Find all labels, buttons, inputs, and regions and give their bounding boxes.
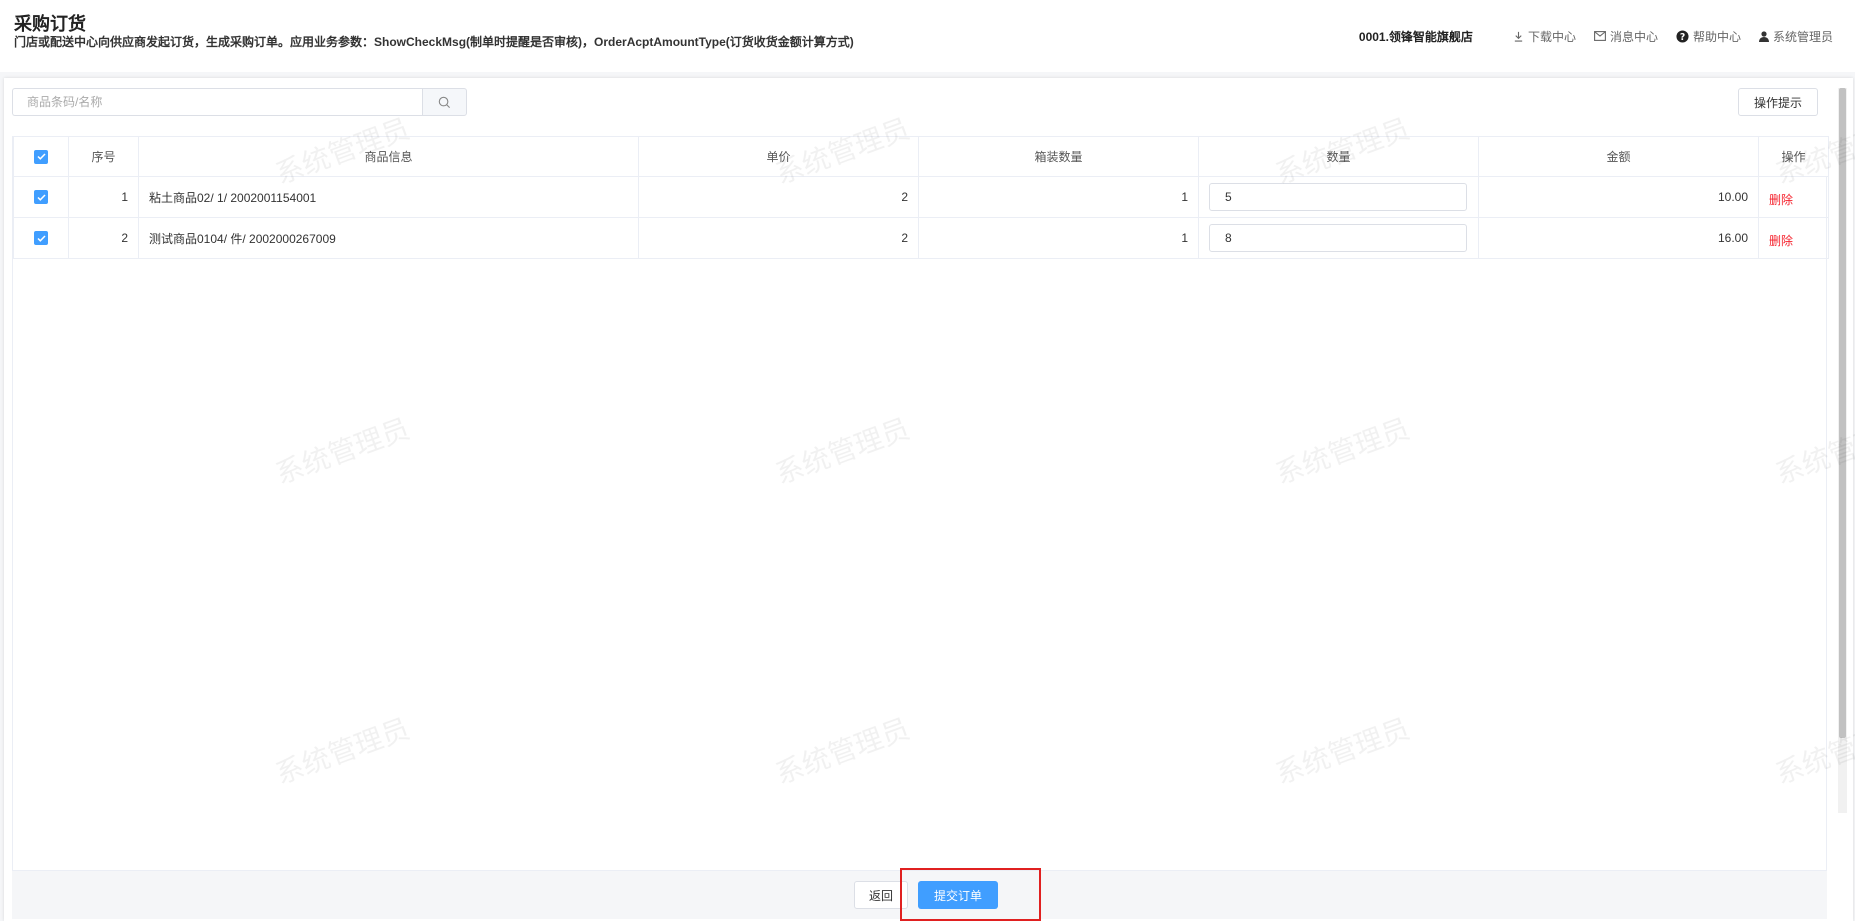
user-icon — [1758, 30, 1769, 42]
row-select-cell — [13, 176, 69, 218]
header-nav: 0001.领锋智能旗舰店 下载中心 消息中心 ? 帮助中心 系统管理员 — [1359, 28, 1833, 44]
store-name[interactable]: 0001.领锋智能旗舰店 — [1359, 28, 1473, 45]
download-icon — [1514, 31, 1523, 42]
row-product: 测试商品0104/ 件/ 2002000267009 — [138, 217, 639, 259]
row-checkbox[interactable] — [34, 190, 48, 205]
vertical-scrollbar[interactable] — [1838, 88, 1847, 813]
page-header: 采购订货 门店或配送中心向供应商发起订货，生成采购订单。应用业务参数：ShowC… — [0, 0, 1855, 72]
row-checkbox[interactable] — [34, 231, 48, 246]
row-seq: 2 — [68, 217, 139, 259]
select-all-cell — [13, 136, 69, 177]
message-center-label: 消息中心 — [1609, 29, 1658, 44]
row-qty-cell — [1198, 217, 1479, 259]
search-input[interactable] — [12, 88, 422, 116]
delete-link[interactable]: 删除 — [1769, 191, 1793, 208]
user-menu[interactable]: 系统管理员 — [1758, 28, 1833, 45]
column-header-amount: 金额 — [1478, 136, 1759, 177]
footer-actions: 返回 提交订单 — [12, 871, 1827, 919]
row-product: 粘土商品02/ 1/ 2002001154001 — [138, 176, 639, 218]
row-price: 2 — [638, 217, 919, 259]
column-header-pack-qty: 箱装数量 — [918, 136, 1199, 177]
download-center-link[interactable]: 下载中心 — [1513, 28, 1576, 45]
back-button[interactable]: 返回 — [854, 881, 908, 909]
operation-tips-button[interactable]: 操作提示 — [1738, 88, 1818, 116]
page-description: 门店或配送中心向供应商发起订货，生成采购订单。应用业务参数：ShowCheckM… — [14, 35, 854, 49]
check-icon — [36, 194, 46, 201]
order-table: 序号 商品信息 单价 箱装数量 数量 金额 操作 1 粘土商品02/ 1/ 20… — [13, 136, 1829, 259]
search-button[interactable] — [422, 88, 467, 116]
table-row: 1 粘土商品02/ 1/ 2002001154001 2 1 10.00 删除 — [13, 176, 1829, 218]
submit-order-button[interactable]: 提交订单 — [918, 881, 998, 909]
row-select-cell — [13, 217, 69, 259]
row-action-cell: 删除 — [1758, 217, 1829, 259]
column-header-qty: 数量 — [1198, 136, 1479, 177]
scrollbar-thumb[interactable] — [1839, 88, 1846, 738]
mail-icon — [1594, 31, 1606, 41]
column-header-seq: 序号 — [68, 136, 139, 177]
search-bar — [12, 88, 467, 116]
column-header-action: 操作 — [1758, 136, 1829, 177]
help-center-label: 帮助中心 — [1692, 29, 1741, 44]
table-row: 2 测试商品0104/ 件/ 2002000267009 2 1 16.00 删… — [13, 217, 1829, 259]
row-seq: 1 — [68, 176, 139, 218]
quantity-input[interactable] — [1209, 183, 1467, 211]
download-center-label: 下载中心 — [1527, 29, 1576, 44]
order-table-container: 序号 商品信息 单价 箱装数量 数量 金额 操作 1 粘土商品02/ 1/ 20… — [12, 136, 1829, 871]
message-center-link[interactable]: 消息中心 — [1594, 28, 1658, 45]
delete-link[interactable]: 删除 — [1769, 232, 1793, 249]
row-action-cell: 删除 — [1758, 176, 1829, 218]
quantity-input[interactable] — [1209, 224, 1467, 252]
help-center-link[interactable]: ? 帮助中心 — [1676, 28, 1741, 45]
check-icon — [36, 235, 46, 242]
row-pack-qty: 1 — [918, 217, 1199, 259]
column-header-price: 单价 — [638, 136, 919, 177]
help-icon: ? — [1676, 29, 1689, 42]
row-amount: 16.00 — [1478, 217, 1759, 259]
column-header-product: 商品信息 — [138, 136, 639, 177]
user-name: 系统管理员 — [1772, 29, 1833, 44]
check-icon — [36, 153, 46, 161]
row-pack-qty: 1 — [918, 176, 1199, 218]
svg-text:?: ? — [1680, 31, 1685, 42]
select-all-checkbox[interactable] — [34, 149, 48, 164]
row-price: 2 — [638, 176, 919, 218]
row-qty-cell — [1198, 176, 1479, 218]
row-amount: 10.00 — [1478, 176, 1759, 218]
table-header-row: 序号 商品信息 单价 箱装数量 数量 金额 操作 — [13, 136, 1829, 177]
main-panel: 操作提示 序号 商品信息 单价 箱装数量 数量 金额 — [4, 78, 1853, 921]
search-icon — [438, 96, 451, 108]
